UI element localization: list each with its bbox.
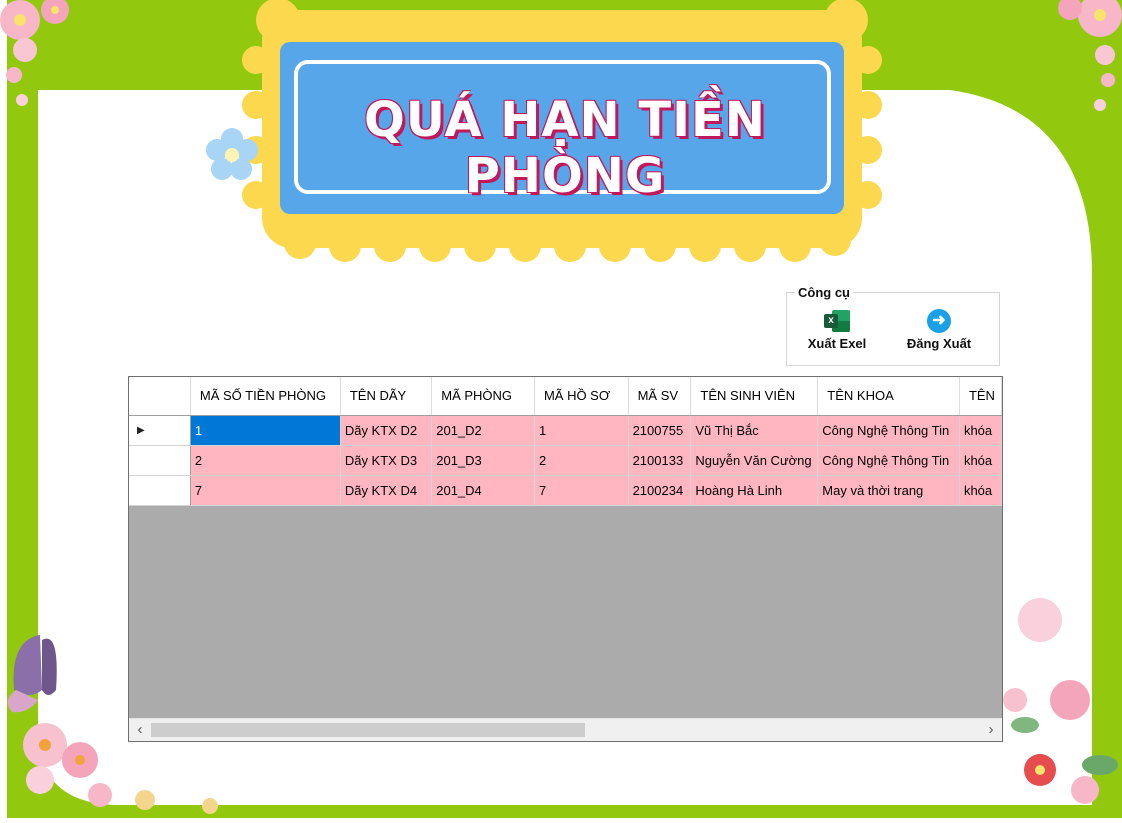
export-excel-label: Xuất Exel [807,336,867,351]
table-cell[interactable]: 7 [534,475,629,506]
table-row[interactable]: ▶ 1 Dãy KTX D2 201_D2 1 2100755 Vũ Thị B… [129,415,1002,446]
column-header[interactable]: TÊN [959,377,1002,416]
table-cell[interactable]: Dãy KTX D2 [340,415,433,446]
row-header[interactable] [129,445,191,476]
scroll-left-arrow-icon[interactable]: ‹ [129,719,151,741]
row-header[interactable] [129,475,191,506]
horizontal-scrollbar[interactable]: ‹ › [129,718,1002,741]
table-cell[interactable]: Công Nghệ Thông Tin [817,445,960,476]
table-cell[interactable]: 2 [534,445,629,476]
current-row-indicator-icon[interactable]: ▶ [129,415,191,446]
logout-label: Đăng Xuất [906,336,972,351]
export-excel-button[interactable]: x Xuất Exel [801,309,873,361]
toolbox-title: Công cụ [795,285,853,300]
data-grid-table: MÃ SỐ TIỀN PHÒNG TÊN DÃY MÃ PHÒNG MÃ HỒ … [129,377,1002,506]
excel-icon: x [824,309,850,333]
table-cell[interactable]: Nguyễn Văn Cường [690,445,819,476]
scroll-right-arrow-icon[interactable]: › [980,719,1002,741]
table-cell[interactable]: 2100755 [628,415,692,446]
page-title: QUÁ HẠN TIỀN PHÒNG [364,92,766,204]
data-grid[interactable]: MÃ SỐ TIỀN PHÒNG TÊN DÃY MÃ PHÒNG MÃ HỒ … [128,376,1003,742]
table-cell[interactable]: Dãy KTX D4 [340,475,433,506]
column-header[interactable]: TÊN KHOA [817,377,960,416]
scrollbar-thumb[interactable] [151,723,585,737]
column-header[interactable]: MÃ SỐ TIỀN PHÒNG [190,377,341,416]
table-cell[interactable]: 201_D4 [431,475,535,506]
column-header[interactable]: MÃ SV [628,377,692,416]
column-header[interactable]: MÃ HỒ SƠ [534,377,629,416]
column-header[interactable]: MÃ PHÒNG [431,377,535,416]
table-row[interactable]: 7 Dãy KTX D4 201_D4 7 2100234 Hoàng Hà L… [129,475,1002,506]
table-cell[interactable]: Công Nghệ Thông Tin [817,415,960,446]
table-cell[interactable]: Dãy KTX D3 [340,445,433,476]
table-cell[interactable]: 201_D3 [431,445,535,476]
table-cell[interactable]: Vũ Thị Bắc [690,415,819,446]
logout-arrow-icon: ➜ [927,309,951,333]
toolbox-group: Công cụ x Xuất Exel ➜ Đăng Xuất [786,285,1000,366]
table-cell[interactable]: 201_D2 [431,415,535,446]
table-cell[interactable]: 7 [190,475,341,506]
table-row[interactable]: 2 Dãy KTX D3 201_D3 2 2100133 Nguyễn Văn… [129,445,1002,476]
blue-flower-decoration [206,128,258,180]
table-cell[interactable]: khóa [959,415,1002,446]
table-cell[interactable]: 1 [534,415,629,446]
column-header[interactable]: TÊN SINH VIÊN [690,377,819,416]
table-cell[interactable]: 2 [190,445,341,476]
table-cell[interactable]: Hoàng Hà Linh [690,475,819,506]
table-cell[interactable]: 2100133 [628,445,692,476]
grid-corner-header [129,377,191,416]
table-cell[interactable]: 1 [190,415,341,446]
table-cell[interactable]: khóa [959,475,1002,506]
logout-button[interactable]: ➜ Đăng Xuất [897,309,981,361]
table-cell[interactable]: 2100234 [628,475,692,506]
column-header[interactable]: TÊN DÃY [340,377,433,416]
table-cell[interactable]: khóa [959,445,1002,476]
table-cell[interactable]: May và thời trang [817,475,960,506]
